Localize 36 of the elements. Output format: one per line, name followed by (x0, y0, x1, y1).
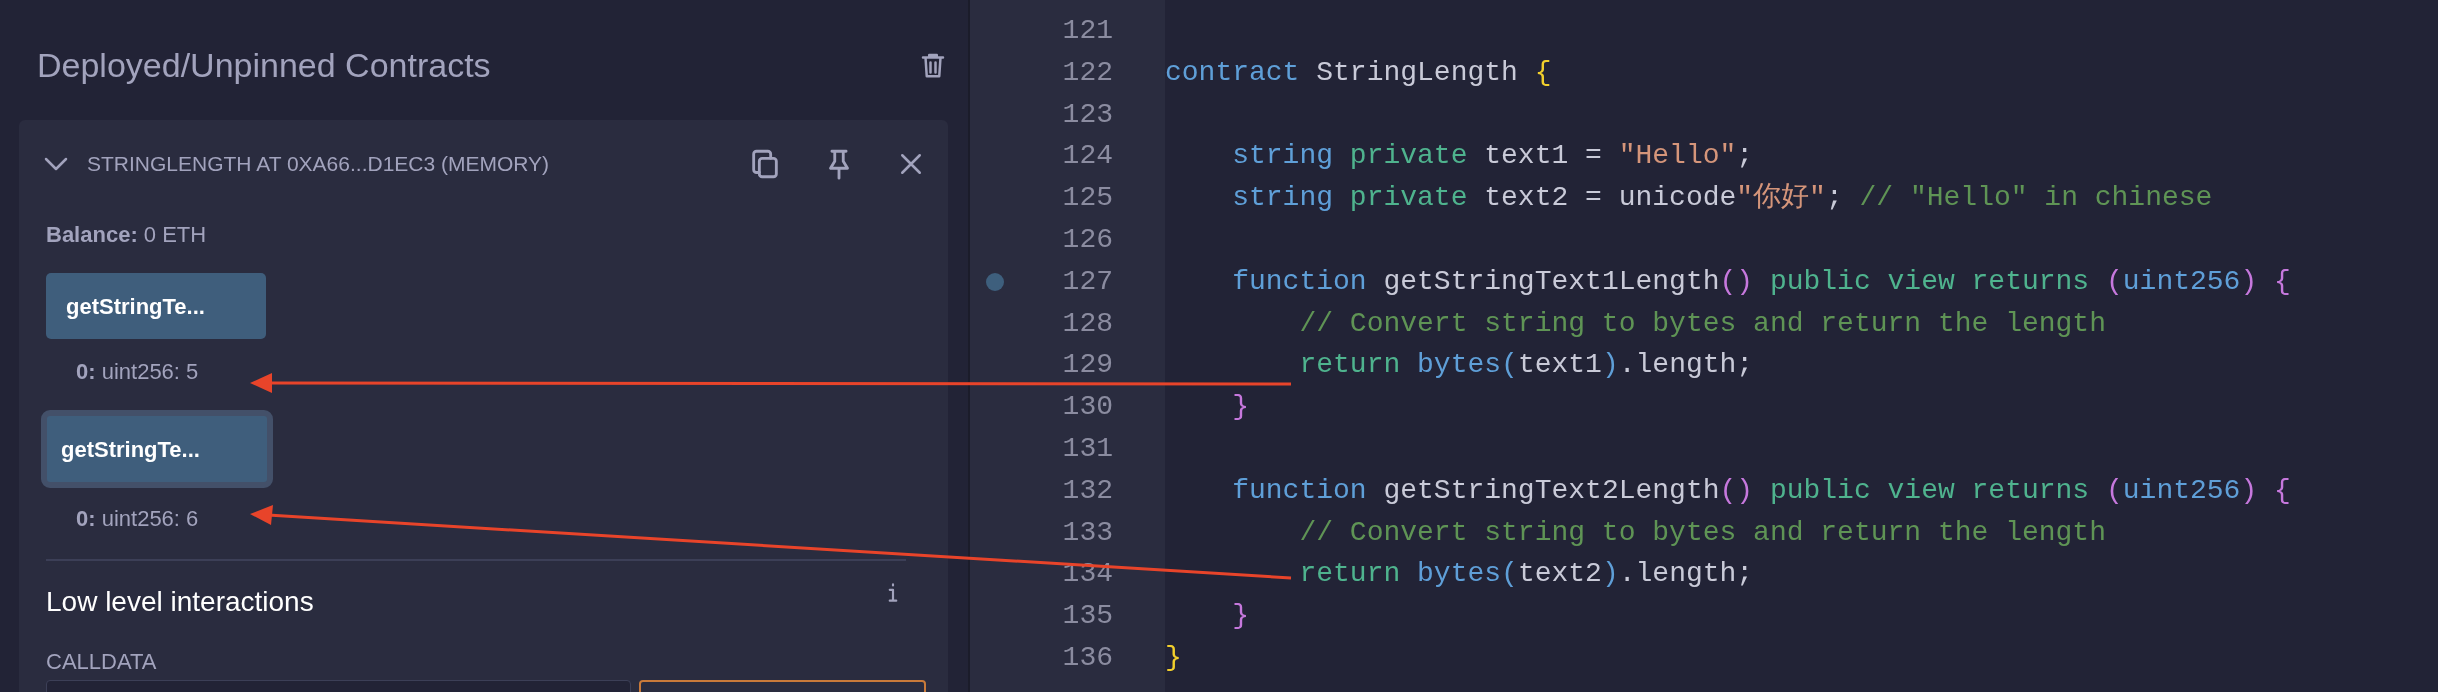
balance-text: Balance: 0 ETH (46, 221, 208, 249)
code-line: return bytes(text1).length; (1298, 349, 1754, 381)
line-number: 127 (1062, 265, 1113, 297)
line-number: 122 (1062, 56, 1113, 88)
code-line: string private text2 = unicode"你好"; // "Hello" in chinese (1231, 182, 2213, 214)
field-label: CALLDATA (46, 648, 158, 676)
line-number: 123 (1062, 98, 1113, 130)
line-number: 126 (1062, 224, 1113, 255)
code-line: } (1231, 391, 1249, 423)
line-number: 136 (1062, 641, 1113, 673)
code-line: function getStringText2Length() public view returns (uint256) { (1231, 474, 2291, 506)
code-line: } (1231, 600, 1249, 632)
code-line: // Convert string to bytes and return the length (1298, 516, 2106, 548)
line-number: 128 (1062, 307, 1113, 339)
line-number: 124 (1062, 140, 1113, 172)
result-text: 0: uint256: 6 (76, 505, 199, 533)
line-number: 135 (1062, 600, 1113, 632)
line-number: 131 (1062, 432, 1113, 464)
code-line: string private text1 = "Hello"; (1231, 140, 1754, 172)
code-line: contract StringLength { (1165, 56, 1552, 88)
code-line: // Convert string to bytes and return the length (1298, 307, 2106, 339)
line-number: 121 (1062, 15, 1113, 46)
line-number: 132 (1062, 474, 1113, 506)
section-title: Low level interactions (46, 585, 314, 619)
contract-title: STRINGLENGTH AT 0XA66...D1EC3 (MEMORY) (87, 151, 551, 178)
line-number: 125 (1062, 182, 1113, 214)
result-text: 0: uint256: 5 (76, 358, 199, 386)
function-button[interactable]: getStringTe... (41, 410, 273, 488)
code-line: } (1165, 641, 1182, 673)
line-number: 133 (1062, 516, 1113, 548)
line-number: 129 (1062, 349, 1113, 381)
panel-title: Deployed/Unpinned Contracts (37, 45, 491, 86)
code-line: return bytes(text2).length; (1298, 558, 1754, 590)
function-button[interactable]: getStringTe... (46, 273, 266, 339)
code-line: function getStringText1Length() public view returns (uint256) { (1231, 265, 2291, 297)
line-number: 130 (1062, 391, 1113, 423)
